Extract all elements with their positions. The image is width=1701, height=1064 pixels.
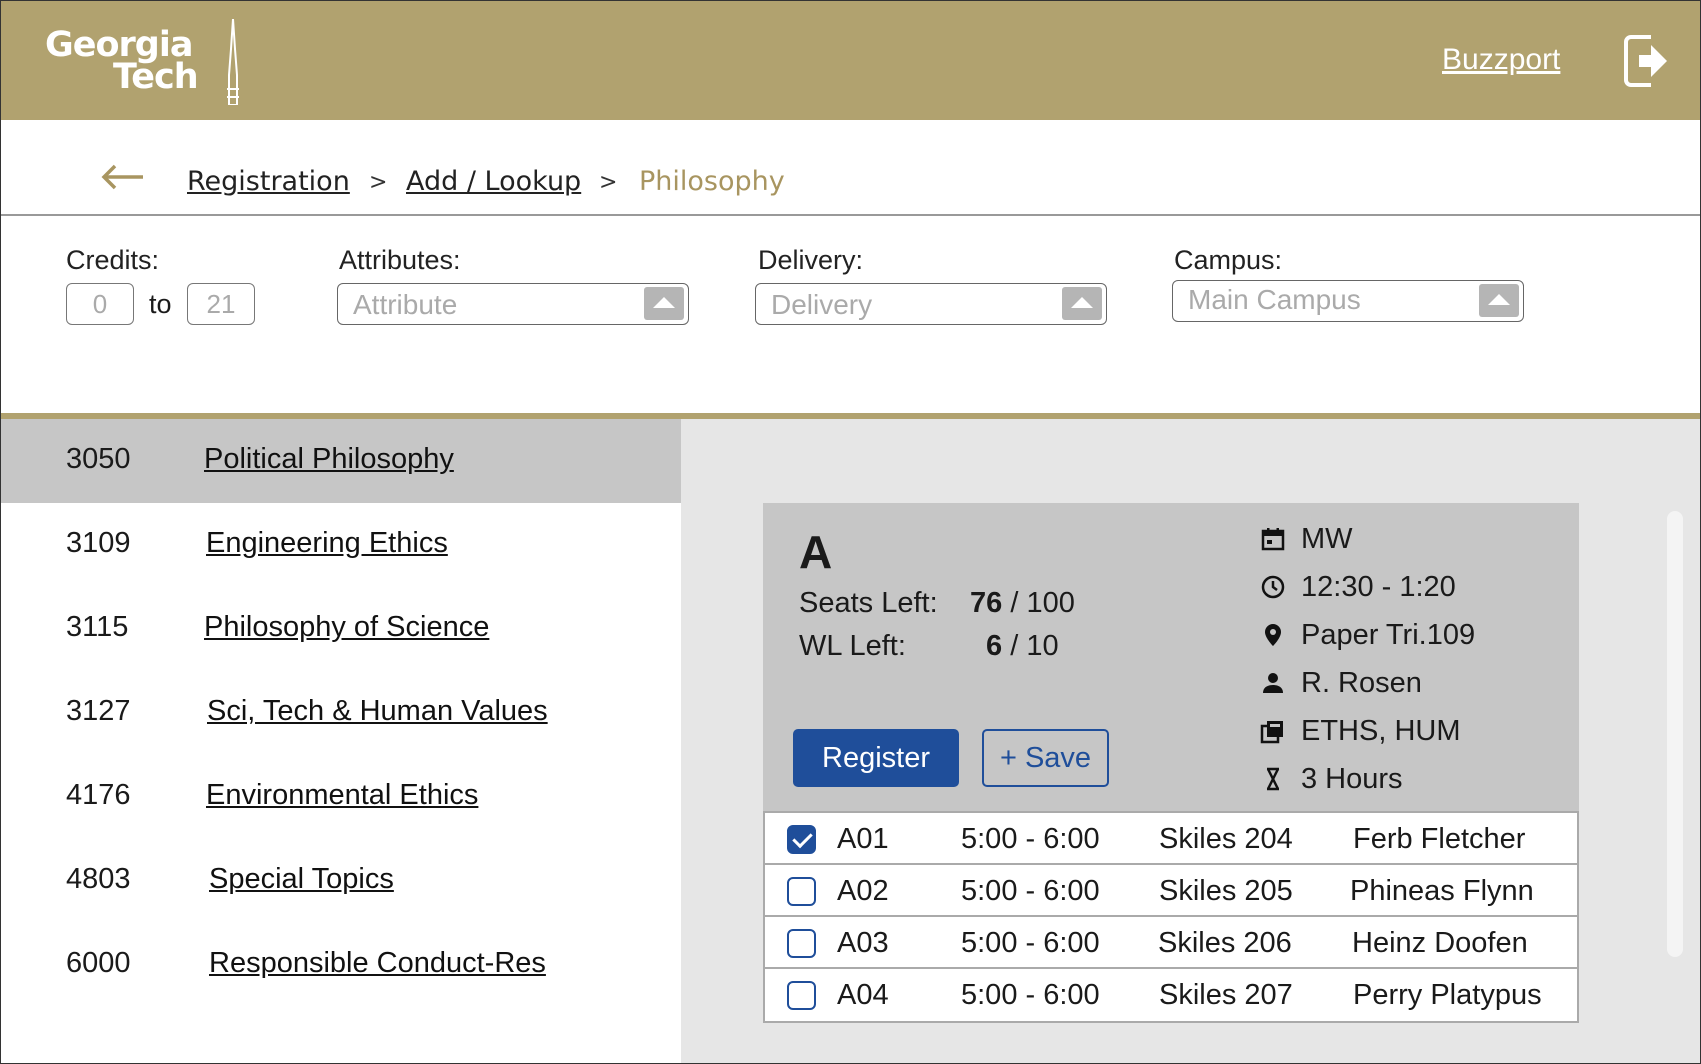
subsection-instructor: Heinz Doofen [1352, 927, 1528, 959]
subsection-code: A04 [837, 979, 889, 1011]
meeting-location: Paper Tri.109 [1301, 619, 1476, 651]
table-row[interactable]: A02 5:00 - 6:00 Skiles 205 Phineas Flynn [765, 865, 1577, 917]
course-title-link[interactable]: Philosophy of Science [204, 611, 489, 644]
buzzport-link[interactable]: Buzzport [1442, 43, 1560, 77]
campus-label: Campus: [1174, 245, 1283, 275]
chevron-up-icon[interactable] [644, 287, 684, 320]
course-row-4803[interactable]: 4803 Special Topics [1, 839, 681, 923]
course-title-link[interactable]: Engineering Ethics [206, 527, 448, 560]
breadcrumb-add-lookup[interactable]: Add / Lookup [406, 166, 581, 197]
subsection-checkbox[interactable] [787, 877, 816, 906]
subsection-time: 5:00 - 6:00 [961, 979, 1100, 1011]
subsection-instructor: Phineas Flynn [1350, 875, 1534, 907]
back-arrow-icon[interactable] [101, 164, 145, 190]
chevron-up-icon[interactable] [1479, 284, 1519, 317]
breadcrumb-separator: > [369, 170, 388, 195]
course-title-link[interactable]: Special Topics [209, 863, 394, 896]
credits-min-input[interactable]: 0 [66, 283, 134, 325]
subsection-room: Skiles 207 [1159, 979, 1293, 1011]
subsection-room: Skiles 204 [1159, 823, 1293, 855]
meeting-days: MW [1301, 523, 1353, 555]
table-row[interactable]: A03 5:00 - 6:00 Skiles 206 Heinz Doofen [765, 917, 1577, 969]
course-number: 3127 [66, 695, 131, 727]
credits-max-input[interactable]: 21 [187, 283, 255, 325]
app-frame: Georgia Tech Buzzport Registration > Add… [0, 0, 1701, 1064]
register-button[interactable]: Register [793, 729, 959, 787]
scrollbar[interactable] [1667, 511, 1683, 957]
course-title-link[interactable]: Sci, Tech & Human Values [207, 695, 548, 728]
subsection-code: A03 [837, 927, 889, 959]
tech-tower-icon [227, 19, 239, 105]
subsection-instructor: Perry Platypus [1353, 979, 1542, 1011]
subsection-checkbox[interactable] [787, 981, 816, 1010]
campus-placeholder: Main Campus [1188, 284, 1361, 315]
course-attributes: ETHS, HUM [1301, 715, 1461, 747]
course-row-3109[interactable]: 3109 Engineering Ethics [1, 503, 681, 587]
subsection-time: 5:00 - 6:00 [961, 927, 1100, 959]
course-number: 3109 [66, 527, 131, 559]
hourglass-icon [1266, 767, 1280, 791]
seats-left-label: Seats Left: [799, 587, 938, 619]
course-number: 4803 [66, 863, 131, 895]
course-row-6000[interactable]: 6000 Responsible Conduct-Res [1, 923, 681, 1007]
breadcrumb: Registration > Add / Lookup > Philosophy [1, 120, 1700, 216]
section-summary: A Seats Left: 76 / 100 WL Left: 6 / 10 R… [763, 503, 1579, 811]
chevron-up-icon[interactable] [1062, 287, 1102, 320]
credits-label: Credits: [66, 245, 160, 275]
waitlist-left-label: WL Left: [799, 630, 906, 662]
subsection-checkbox[interactable] [787, 825, 816, 854]
breadcrumb-current-philosophy: Philosophy [639, 166, 785, 197]
subsection-checkbox[interactable] [787, 929, 816, 958]
logo-text-tech: Tech [113, 57, 199, 97]
waitlist-left-value: 6 / 10 [986, 630, 1059, 662]
section-card: A Seats Left: 76 / 100 WL Left: 6 / 10 R… [763, 503, 1579, 1023]
delivery-label: Delivery: [758, 245, 864, 275]
delivery-select[interactable]: Delivery [755, 283, 1107, 325]
course-title-link[interactable]: Responsible Conduct-Res [209, 947, 546, 980]
subsection-instructor: Ferb Fletcher [1353, 823, 1526, 855]
subsection-time: 5:00 - 6:00 [961, 823, 1100, 855]
subsection-room: Skiles 205 [1159, 875, 1293, 907]
subsection-table: A01 5:00 - 6:00 Skiles 204 Ferb Fletcher… [763, 811, 1579, 1023]
delivery-placeholder: Delivery [771, 289, 873, 320]
subsection-code: A02 [837, 875, 889, 907]
meeting-time: 12:30 - 1:20 [1301, 571, 1456, 603]
attributes-placeholder: Attribute [353, 289, 458, 320]
table-row[interactable]: A01 5:00 - 6:00 Skiles 204 Ferb Fletcher [765, 813, 1577, 865]
course-row-3127[interactable]: 3127 Sci, Tech & Human Values [1, 671, 681, 755]
course-row-3050[interactable]: 3050 Political Philosophy [1, 419, 681, 503]
seats-left-value: 76 / 100 [970, 587, 1075, 619]
campus-select[interactable]: Main Campus [1172, 280, 1524, 322]
location-pin-icon [1265, 624, 1281, 646]
credits-to-label: to [149, 289, 172, 319]
course-row-3115[interactable]: 3115 Philosophy of Science [1, 587, 681, 671]
section-letter: A [799, 526, 833, 578]
table-row[interactable]: A04 5:00 - 6:00 Skiles 207 Perry Platypu… [765, 969, 1577, 1021]
breadcrumb-separator: > [599, 170, 618, 195]
course-list: 3050 Political Philosophy 3109 Engineeri… [1, 419, 681, 1063]
breadcrumb-registration[interactable]: Registration [187, 166, 350, 197]
attributes-icon [1260, 721, 1283, 744]
subsection-room: Skiles 206 [1158, 927, 1292, 959]
credit-hours: 3 Hours [1301, 763, 1403, 795]
georgia-tech-logo[interactable]: Georgia Tech [45, 19, 245, 107]
calendar-icon [1261, 528, 1285, 551]
subsection-code: A01 [837, 823, 889, 855]
clock-icon [1261, 575, 1285, 599]
course-number: 3115 [66, 611, 129, 643]
attributes-select[interactable]: Attribute [337, 283, 689, 325]
course-number: 4176 [66, 779, 131, 811]
subsection-time: 5:00 - 6:00 [961, 875, 1100, 907]
course-number: 6000 [66, 947, 131, 979]
course-title-link[interactable]: Political Philosophy [204, 443, 454, 476]
course-number: 3050 [66, 443, 131, 475]
course-row-4176[interactable]: 4176 Environmental Ethics [1, 755, 681, 839]
logout-arrow-icon[interactable] [1623, 33, 1669, 89]
person-icon [1263, 673, 1283, 693]
save-button[interactable]: + Save [982, 729, 1109, 787]
attributes-label: Attributes: [339, 245, 461, 275]
course-title-link[interactable]: Environmental Ethics [206, 779, 478, 812]
instructor-name: R. Rosen [1301, 667, 1422, 699]
top-header: Georgia Tech Buzzport [1, 1, 1700, 120]
